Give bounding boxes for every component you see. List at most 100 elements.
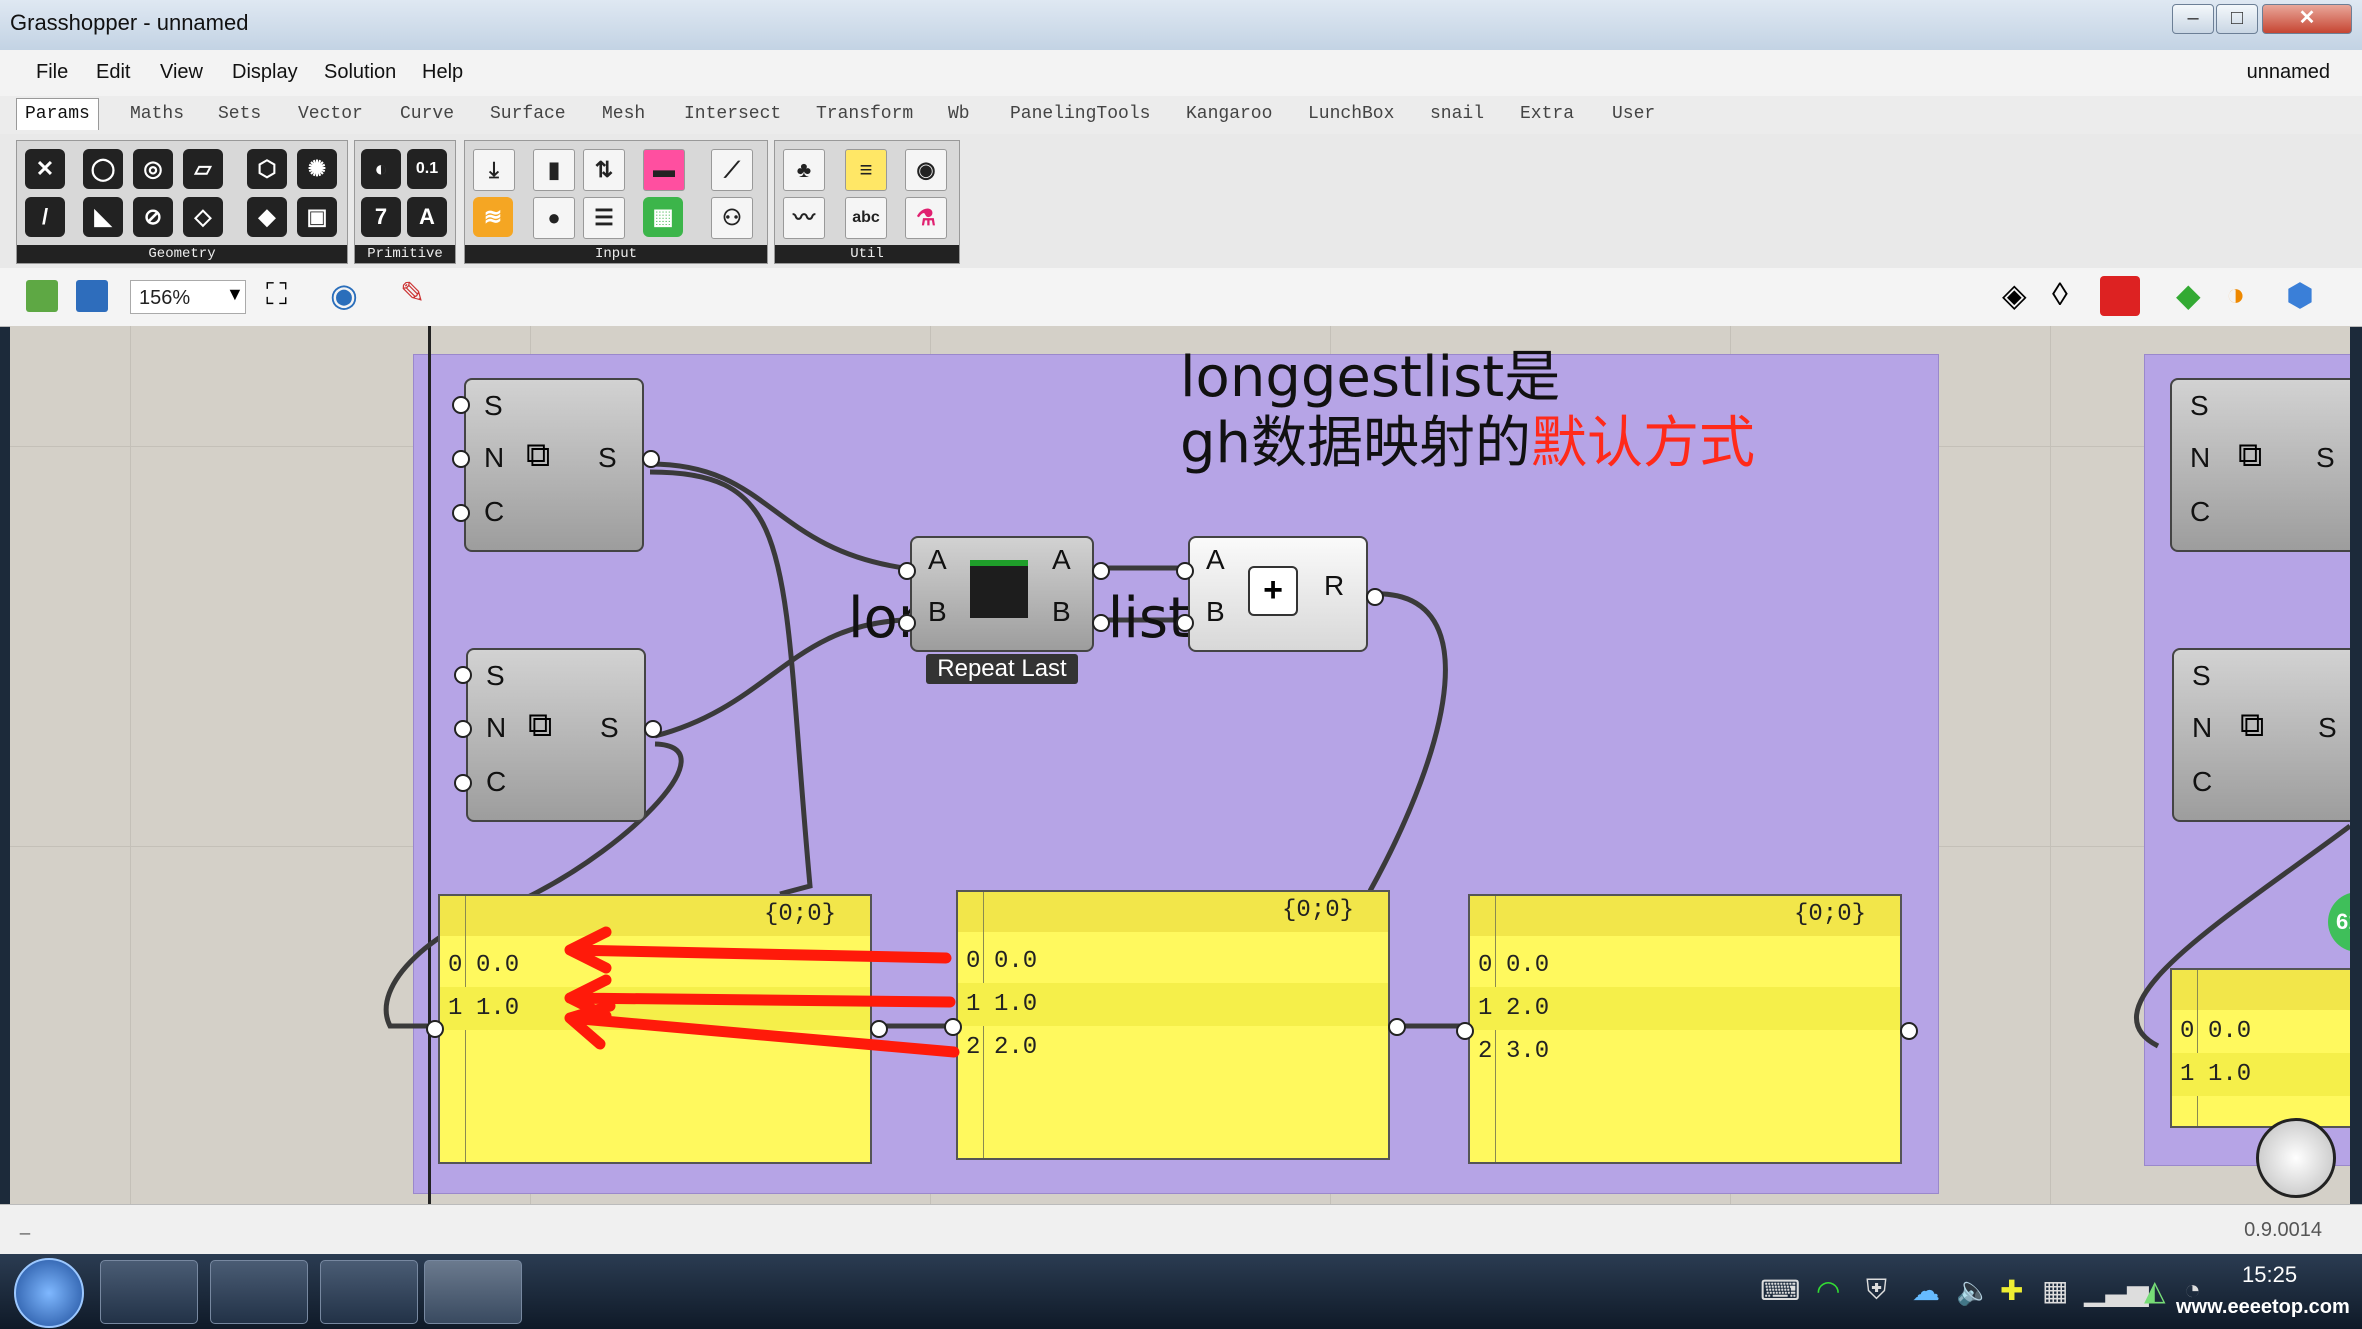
brep-param-icon[interactable]: ⬡ xyxy=(247,149,287,189)
import-icon[interactable]: ⤓ xyxy=(473,149,515,191)
panel-icon[interactable]: ≡ xyxy=(845,149,887,191)
clock[interactable]: 15:25 xyxy=(2242,1262,2297,1288)
minimize-button[interactable]: – xyxy=(2172,4,2214,34)
button-icon[interactable]: ▮ xyxy=(533,149,575,191)
display-mode-icon[interactable]: ⬢ xyxy=(2286,276,2314,314)
boolean-param-icon[interactable]: ◐ xyxy=(361,149,401,189)
integer-param-icon[interactable]: 7 xyxy=(361,197,401,237)
graph-mapper-icon[interactable]: ⟋ xyxy=(711,149,753,191)
tab-surface[interactable]: Surface xyxy=(482,102,574,126)
open-file-icon[interactable] xyxy=(26,280,58,312)
tab-vector[interactable]: Vector xyxy=(290,102,371,126)
tab-sets[interactable]: Sets xyxy=(210,102,269,126)
taskbar-app-rhino[interactable] xyxy=(424,1260,522,1324)
value-list-icon[interactable]: ≋ xyxy=(473,197,513,237)
tray-volume-icon[interactable]: 🔈 xyxy=(1956,1274,1991,1307)
tab-curve[interactable]: Curve xyxy=(392,102,462,126)
series-component-4[interactable]: S N C S ⧉ xyxy=(2172,648,2350,822)
tray-device-icon[interactable]: ▦ xyxy=(2042,1274,2068,1307)
toggle-icon[interactable]: ⇅ xyxy=(583,149,625,191)
maximize-button[interactable]: □ xyxy=(2216,4,2258,34)
util-group-label: Util xyxy=(775,245,959,263)
close-button[interactable]: ✕ xyxy=(2262,4,2352,34)
taskbar-app-1[interactable] xyxy=(100,1260,198,1324)
series-component-3[interactable]: S N C S ⧉ xyxy=(2170,378,2350,552)
menu-help[interactable]: Help xyxy=(422,61,463,84)
preview-wire-icon[interactable]: ◈ xyxy=(2002,276,2027,314)
tab-intersect[interactable]: Intersect xyxy=(676,102,789,126)
tab-params[interactable]: Params xyxy=(16,98,99,130)
preview-selected-icon[interactable] xyxy=(2100,276,2140,316)
tray-wifi-icon[interactable]: ◠ xyxy=(1816,1274,1840,1307)
tab-transform[interactable]: Transform xyxy=(808,102,921,126)
menu-solution[interactable]: Solution xyxy=(324,61,396,84)
menu-view[interactable]: View xyxy=(160,61,203,84)
tab-kangaroo[interactable]: Kangaroo xyxy=(1178,102,1280,126)
preview-eye-icon[interactable]: ◉ xyxy=(330,276,358,314)
tab-snail[interactable]: snail xyxy=(1422,102,1492,126)
panel-4[interactable]: 0 0.0 1 1.0 xyxy=(2170,968,2350,1128)
text-param-icon[interactable]: A xyxy=(407,197,447,237)
tab-mesh[interactable]: Mesh xyxy=(594,102,653,126)
start-button-icon[interactable] xyxy=(14,1258,84,1328)
menu-edit[interactable]: Edit xyxy=(96,61,130,84)
read-file-icon[interactable]: ⚇ xyxy=(711,197,753,239)
tray-signal-icon[interactable]: ▁▃▅ xyxy=(2084,1274,2149,1307)
gradient-icon[interactable]: ▦ xyxy=(643,197,683,237)
tray-plus-icon[interactable]: ✚ xyxy=(2000,1274,2023,1307)
save-file-icon[interactable] xyxy=(76,280,108,312)
bake-icon[interactable]: ◆ xyxy=(2176,276,2201,314)
taskbar-app-2[interactable] xyxy=(210,1260,308,1324)
tab-lunchbox[interactable]: LunchBox xyxy=(1300,102,1402,126)
group-param-icon[interactable]: ◣ xyxy=(83,197,123,237)
tab-wb[interactable]: Wb xyxy=(940,102,978,126)
line-param-icon[interactable]: / xyxy=(25,197,65,237)
tab-extra[interactable]: Extra xyxy=(1512,102,1582,126)
status-bar: _ 0.9.0014 xyxy=(0,1204,2362,1255)
series-icon: ⧉ xyxy=(2240,706,2265,744)
status-text: _ xyxy=(20,1215,31,1235)
number-param-icon[interactable]: 0.1 xyxy=(407,149,447,189)
os-taskbar: ⌨ ◠ ⛨ ☁ 🔈 ✚ ▦ ▁▃▅ ◭ ◔ 15:25 www.eeeetop.… xyxy=(0,1254,2362,1329)
material-icon[interactable]: ◑ xyxy=(2226,276,2245,313)
tray-cloud-icon[interactable]: ☁ xyxy=(1912,1274,1940,1307)
tray-shield-icon[interactable]: ⛨ xyxy=(1866,1274,1887,1307)
tab-panelingtools[interactable]: PanelingTools xyxy=(1002,102,1158,126)
zoom-dropdown-icon[interactable]: ▼ xyxy=(226,284,244,305)
plane-param-icon[interactable]: ⊘ xyxy=(133,197,173,237)
zoom-extents-icon[interactable]: ⛶ xyxy=(266,278,287,312)
tray-nvidia-icon[interactable]: ◭ xyxy=(2144,1274,2166,1307)
graph-canvas[interactable]: longgestlist是 gh数据映射的默认方式 longgest list … xyxy=(10,326,2350,1204)
field-param-icon[interactable]: ▣ xyxy=(297,197,337,237)
point-param-icon[interactable]: ◇ xyxy=(183,197,223,237)
tab-user[interactable]: User xyxy=(1604,102,1663,126)
tree-icon[interactable]: ♣ xyxy=(783,149,825,191)
list-icon[interactable]: ☰ xyxy=(583,197,625,239)
sketch-pen-icon[interactable]: ✎ xyxy=(400,276,425,311)
slider-icon[interactable]: ▬ xyxy=(643,149,685,191)
color-swatch-icon[interactable]: ◉ xyxy=(905,149,947,191)
quick-graph-icon[interactable]: 〰 xyxy=(783,197,825,239)
scribble-icon[interactable]: abc xyxy=(845,197,887,239)
taskbar-app-3[interactable] xyxy=(320,1260,418,1324)
menu-display[interactable]: Display xyxy=(232,61,298,84)
circle-param-icon[interactable]: ◯ xyxy=(83,149,123,189)
red-arrow-3 xyxy=(564,1000,960,1058)
util-group: ♣ ≡ ◉ 〰 abc ⚗ Util xyxy=(774,140,960,264)
curve-param-icon[interactable]: ◎ xyxy=(133,149,173,189)
knob-icon[interactable]: ● xyxy=(533,197,575,239)
flask-icon[interactable]: ⚗ xyxy=(905,197,947,239)
canvas-navigation-widget[interactable] xyxy=(2256,1118,2336,1198)
tray-keyboard-icon[interactable]: ⌨ xyxy=(1760,1274,1800,1307)
box-param-icon[interactable]: ✕ xyxy=(25,149,65,189)
menu-bar: File Edit View Display Solution Help unn… xyxy=(0,50,2362,97)
preview-shaded-icon[interactable]: ◊ xyxy=(2052,276,2068,313)
panel-4-row: 1 1.0 xyxy=(2172,1053,2350,1096)
surface-param-icon[interactable]: ▱ xyxy=(183,149,223,189)
series3-input-n: N xyxy=(2190,442,2211,473)
series3-output-s: S xyxy=(2316,442,2335,473)
geometry-param-icon[interactable]: ◆ xyxy=(247,197,287,237)
mesh-param-icon[interactable]: ✺ xyxy=(297,149,337,189)
tab-maths[interactable]: Maths xyxy=(122,102,192,126)
menu-file[interactable]: File xyxy=(36,61,68,84)
